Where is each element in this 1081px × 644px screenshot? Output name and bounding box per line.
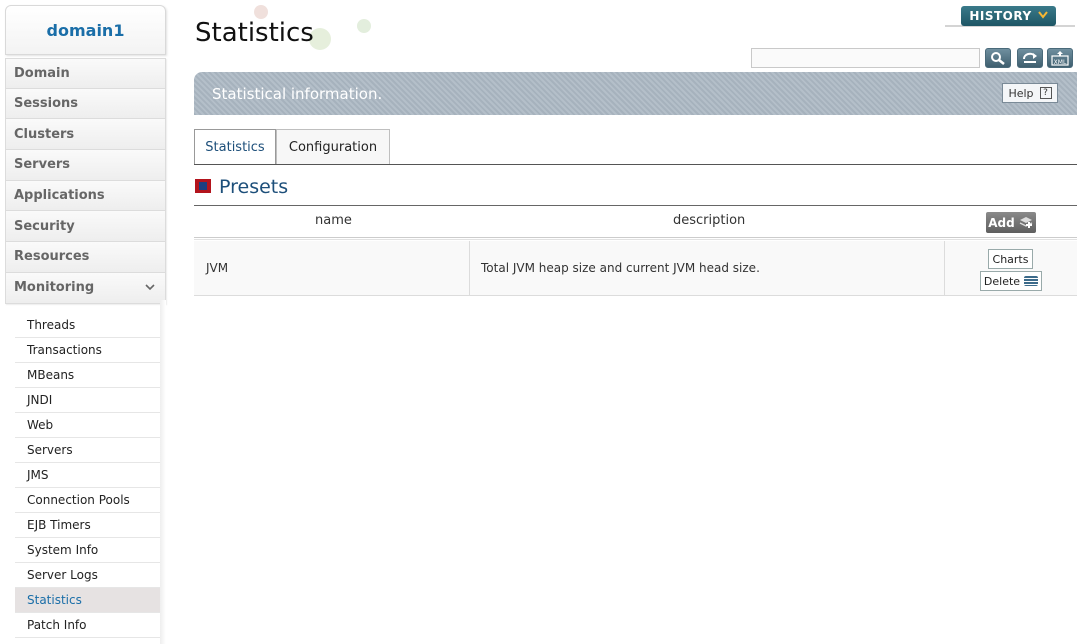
submenu-item-server-logs[interactable]: Server Logs	[15, 563, 166, 588]
column-header-description: description	[673, 213, 746, 228]
table-header-separator	[194, 237, 1077, 240]
submenu-item-label: System Info	[27, 543, 99, 557]
submenu-item-label: Statistics	[27, 593, 82, 607]
domain-name: domain1	[46, 20, 125, 40]
section-bullet-icon	[195, 179, 211, 193]
question-icon: ?	[1039, 87, 1052, 99]
submenu-item-label: Connection Pools	[27, 493, 130, 507]
menu-item-clusters[interactable]: Clusters	[5, 119, 166, 151]
submenu-item-label: Threads	[27, 318, 76, 332]
submenu-item-web[interactable]: Web	[15, 413, 166, 438]
menu-item-applications[interactable]: Applications	[5, 180, 166, 212]
delete-button[interactable]: Delete	[980, 271, 1042, 291]
submenu-item-label: Web	[27, 418, 54, 432]
add-button[interactable]: Add	[986, 212, 1036, 233]
page-title: Statistics	[195, 18, 314, 48]
decor-circle	[357, 19, 371, 33]
menu-item-label: Monitoring	[14, 280, 95, 296]
column-header-name: name	[315, 213, 352, 228]
sidebar: domain1 Domain Sessions Clusters Servers…	[5, 5, 166, 644]
submenu-item-label: JNDI	[27, 393, 53, 407]
table-top-border	[194, 205, 1077, 206]
menu-item-resources[interactable]: Resources	[5, 242, 166, 273]
cell-name: JVM	[206, 261, 229, 275]
info-bar: Statistical information. Help ?	[194, 72, 1077, 115]
refresh-button[interactable]	[1017, 48, 1043, 68]
tab-bar: Statistics Configuration	[194, 129, 390, 165]
svg-text:XML: XML	[1054, 59, 1067, 66]
chevron-down-icon	[1037, 10, 1048, 22]
menu-item-label: Domain	[14, 65, 70, 81]
delete-label: Delete	[983, 274, 1021, 288]
menu-item-label: Clusters	[14, 126, 75, 142]
menu-item-label: Applications	[14, 188, 105, 204]
cell-description: Total JVM heap size and current JVM head…	[481, 261, 760, 275]
submenu-item-label: Servers	[27, 443, 73, 457]
xml-export-icon: XML	[1051, 51, 1069, 66]
add-icon	[1019, 216, 1033, 228]
export-xml-button[interactable]: XML	[1047, 48, 1073, 68]
cell-divider	[469, 241, 470, 296]
search-button[interactable]	[985, 48, 1011, 68]
submenu-item-label: JMS	[27, 468, 49, 482]
submenu-item-label: EJB Timers	[27, 518, 91, 532]
tab-configuration[interactable]: Configuration	[276, 129, 390, 165]
charts-button[interactable]: Charts	[988, 249, 1033, 269]
submenu-item-statistics[interactable]: Statistics	[15, 588, 166, 613]
submenu-item-ejb-timers[interactable]: EJB Timers	[15, 513, 166, 538]
submenu-item-jms[interactable]: JMS	[15, 463, 166, 488]
charts-label: Charts	[992, 252, 1029, 266]
submenu-item-servers[interactable]: Servers	[15, 438, 166, 463]
help-button[interactable]: Help ?	[1002, 83, 1058, 103]
search-icon	[991, 52, 1005, 65]
history-button[interactable]: HISTORY	[961, 6, 1056, 26]
submenu-item-label: Patch Info	[27, 618, 87, 632]
tab-label: Configuration	[288, 140, 378, 155]
submenu-item-connection-pools[interactable]: Connection Pools	[15, 488, 166, 513]
chevron-down-icon	[145, 281, 155, 294]
submenu-item-mbeans[interactable]: MBeans	[15, 363, 166, 388]
app-root: domain1 Domain Sessions Clusters Servers…	[0, 0, 1081, 644]
submenu-item-threads[interactable]: Threads	[15, 313, 166, 338]
domain-header[interactable]: domain1	[5, 5, 166, 55]
submenu-item-label: Server Logs	[27, 568, 98, 582]
refresh-icon	[1023, 52, 1037, 63]
submenu-item-system-info[interactable]: System Info	[15, 538, 166, 563]
search-input[interactable]	[751, 48, 980, 68]
help-label: Help	[1008, 86, 1034, 100]
stack-icon	[1024, 276, 1039, 286]
menu-item-security[interactable]: Security	[5, 211, 166, 243]
menu-item-domain[interactable]: Domain	[5, 58, 166, 89]
monitoring-submenu: Threads Transactions MBeans JNDI Web Ser…	[15, 313, 166, 638]
menu-item-monitoring[interactable]: Monitoring	[5, 272, 166, 304]
cell-divider	[944, 241, 945, 296]
sidebar-shadow	[160, 300, 166, 644]
submenu-item-jndi[interactable]: JNDI	[15, 388, 166, 413]
menu-item-label: Servers	[14, 157, 71, 173]
submenu-item-patch-info[interactable]: Patch Info	[15, 613, 166, 638]
section-title: Presets	[219, 176, 289, 198]
info-text: Statistical information.	[212, 85, 383, 103]
decor-circle	[254, 5, 268, 19]
history-label: HISTORY	[969, 9, 1032, 23]
submenu-item-transactions[interactable]: Transactions	[15, 338, 166, 363]
menu-item-sessions[interactable]: Sessions	[5, 88, 166, 120]
menu-item-servers[interactable]: Servers	[5, 150, 166, 181]
submenu-item-label: Transactions	[27, 343, 102, 357]
submenu-item-label: MBeans	[27, 368, 75, 382]
tab-statistics[interactable]: Statistics	[194, 129, 276, 165]
menu-item-label: Security	[14, 218, 75, 234]
table-row: JVM Total JVM heap size and current JVM …	[194, 241, 1077, 296]
add-label: Add	[988, 215, 1015, 230]
menu-item-label: Resources	[14, 249, 90, 265]
tab-underline	[194, 164, 1077, 165]
menu-item-label: Sessions	[14, 96, 79, 112]
tab-label: Statistics	[205, 140, 265, 155]
